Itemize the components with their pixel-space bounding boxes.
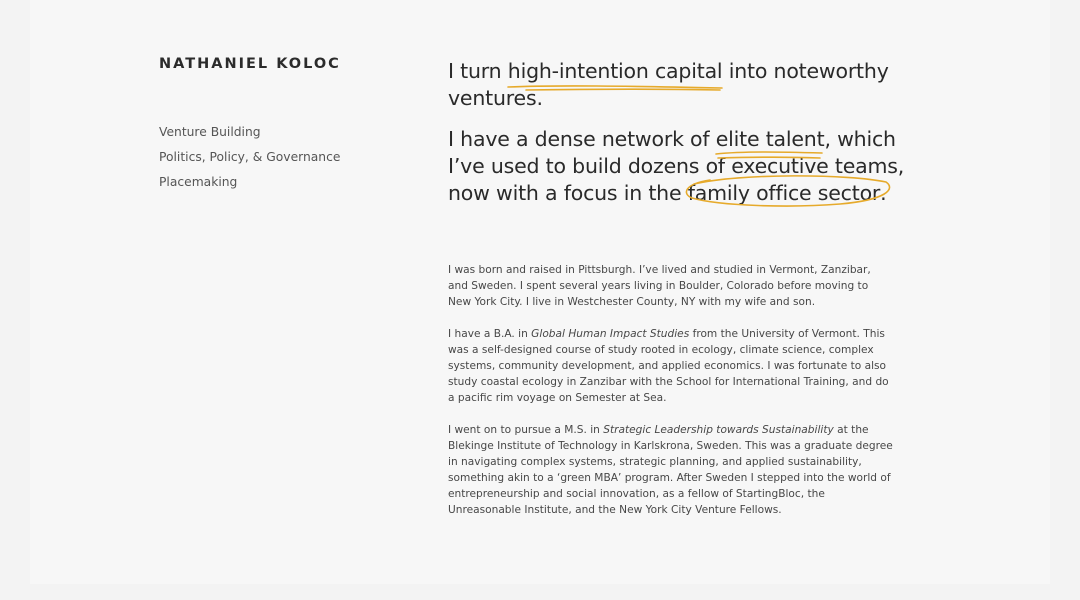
nav-item: Politics, Policy, & Governance bbox=[159, 147, 340, 172]
degree-name: Global Human Impact Studies bbox=[531, 328, 690, 340]
bio-paragraph-1: I was born and raised in Pittsburgh. I’v… bbox=[448, 264, 871, 308]
highlight-family-office-sector: family office sector bbox=[685, 175, 891, 207]
bio-text: I went on to pursue a M.S. in bbox=[448, 424, 604, 436]
highlight-elite-talent: elite talent bbox=[714, 127, 825, 159]
nav-link-placemaking[interactable]: Placemaking bbox=[159, 175, 237, 189]
highlight-text: high-intention capital bbox=[507, 59, 723, 83]
headline-paragraph-2: I have a dense network of elite talent, … bbox=[448, 126, 918, 207]
sidebar-nav: Venture Building Politics, Policy, & Gov… bbox=[159, 122, 340, 197]
highlight-text: family office sector bbox=[687, 181, 881, 205]
highlight-text: elite talent bbox=[715, 127, 825, 151]
degree-name: Strategic Leadership towards Sustainabil… bbox=[603, 424, 834, 436]
headline-text: . bbox=[880, 181, 887, 205]
headline: I turn high-intention capital into notew… bbox=[448, 58, 918, 221]
nav-link-politics-policy-governance[interactable]: Politics, Policy, & Governance bbox=[159, 150, 340, 164]
bio-text: at the Blekinge Institute of Technology … bbox=[448, 424, 893, 516]
nav-item: Placemaking bbox=[159, 172, 340, 197]
headline-text: I have a dense network of bbox=[448, 127, 716, 151]
headline-paragraph-1: I turn high-intention capital into notew… bbox=[448, 58, 918, 112]
site-title-link[interactable]: NATHANIEL KOLOC bbox=[159, 56, 341, 72]
bio-paragraph-2: I have a B.A. in Global Human Impact Stu… bbox=[448, 326, 893, 406]
nav-link-venture-building[interactable]: Venture Building bbox=[159, 125, 261, 139]
bio: I was born and raised in Pittsburgh. I’v… bbox=[448, 262, 893, 534]
bio-paragraph-3: I went on to pursue a M.S. in Strategic … bbox=[448, 422, 893, 518]
highlight-high-intention-capital: high-intention capital bbox=[506, 59, 723, 91]
bio-text: I have a B.A. in bbox=[448, 328, 532, 340]
headline-text: I turn bbox=[448, 59, 508, 83]
page: NATHANIEL KOLOC Venture Building Politic… bbox=[30, 0, 1050, 584]
nav-item: Venture Building bbox=[159, 122, 340, 147]
